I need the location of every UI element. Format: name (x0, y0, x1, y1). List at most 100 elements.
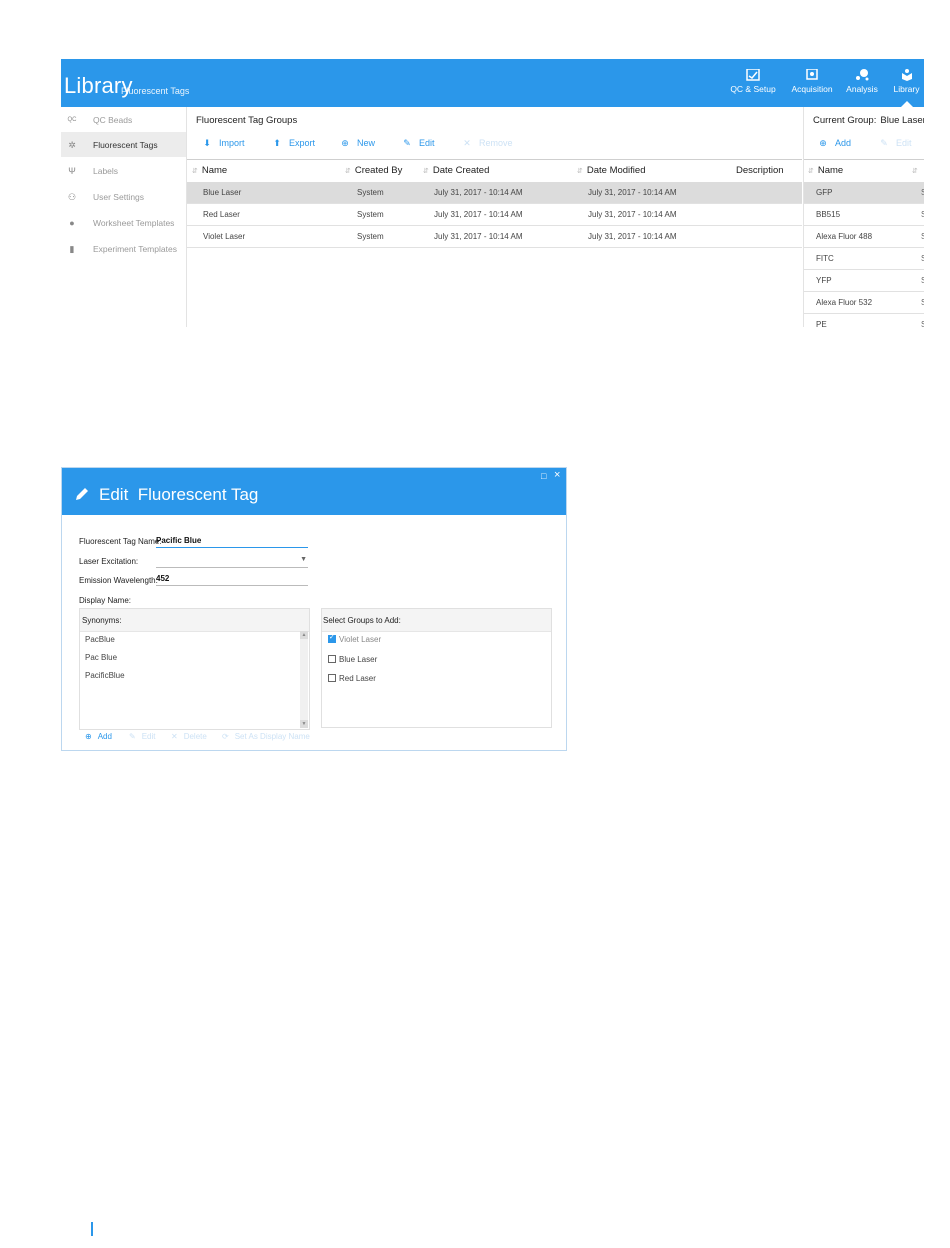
scrollbar[interactable]: ▲ ▼ (300, 631, 308, 728)
edit-tag-button[interactable]: ✎ Edit (878, 138, 912, 149)
panel-title: Fluorescent Tag Groups (196, 115, 298, 126)
cell-name: Blue Laser (203, 188, 242, 197)
cell-clipped: S (921, 210, 924, 219)
import-label: Import (219, 138, 245, 148)
synonyms-header: Synonyms: (80, 609, 309, 632)
column-header-label: Date Created (432, 165, 490, 176)
page-margin-marker (91, 1222, 93, 1236)
column-header-date-modified[interactable]: ⇵ Date Modified (577, 165, 646, 176)
qc-setup-icon (746, 69, 760, 81)
current-group-value: Blue Laser (880, 115, 924, 126)
import-button[interactable]: ⬇ Import (201, 138, 245, 149)
list-item[interactable]: PacBlue (85, 635, 115, 644)
column-header-created-by[interactable]: ⇵ Created By (345, 165, 402, 176)
sidebar-item-user-settings[interactable]: ⚇ User Settings (61, 184, 186, 209)
column-header-date-created[interactable]: ⇵ Date Created (423, 165, 489, 176)
emission-wavelength-label: Emission Wavelength: (79, 576, 158, 585)
scroll-up-icon[interactable]: ▲ (300, 631, 308, 639)
cell-name: Alexa Fluor 488 (816, 232, 873, 241)
export-button[interactable]: ⬆ Export (271, 138, 315, 149)
list-item[interactable]: Pac Blue (85, 653, 117, 662)
sidebar: QC QC Beads ✲ Fluorescent Tags Ψ Labels … (61, 107, 187, 327)
column-header-description[interactable]: Description (736, 165, 784, 176)
table-row[interactable]: Blue Laser System July 31, 2017 - 10:14 … (187, 182, 802, 204)
refresh-icon: ⟳ (222, 732, 229, 741)
table-row[interactable]: Red Laser System July 31, 2017 - 10:14 A… (187, 204, 802, 226)
nav-analysis[interactable]: Analysis (842, 67, 882, 107)
close-button[interactable]: × (554, 469, 560, 481)
new-button[interactable]: ⊕ New (339, 138, 375, 149)
experiment-templates-icon: ▮ (69, 244, 75, 254)
sort-icon: ⇵ (808, 168, 814, 175)
sidebar-item-fluorescent-tags[interactable]: ✲ Fluorescent Tags (61, 132, 186, 157)
column-header-label: Date Modified (586, 165, 646, 176)
add-tag-button[interactable]: ⊕ Add (817, 138, 851, 149)
synonyms-label: Synonyms: (82, 616, 122, 625)
emission-wavelength-input[interactable]: 452 (156, 574, 308, 586)
cell-name: BB515 (816, 210, 841, 219)
add-synonym-button[interactable]: ⊕ Add (85, 732, 112, 741)
delete-synonym-button[interactable]: ✕ Delete (171, 732, 207, 741)
column-header-label: Created By (354, 165, 403, 176)
sidebar-item-worksheet-templates[interactable]: ● Worksheet Templates (61, 210, 186, 235)
list-item[interactable]: PacificBlue (85, 671, 125, 680)
cell-name: Red Laser (203, 210, 240, 219)
group-checkbox-violet-laser[interactable]: Violet Laser (328, 633, 382, 644)
current-group-heading: Current Group: Blue Laser (813, 115, 924, 126)
table-row[interactable]: Violet Laser System July 31, 2017 - 10:1… (187, 226, 802, 248)
cell-clipped: S (921, 232, 924, 241)
nav-library-label: Library (893, 84, 920, 94)
checkbox-icon[interactable] (328, 655, 336, 663)
remove-button[interactable]: ✕ Remove (461, 138, 512, 149)
column-header-label: Name (817, 165, 844, 176)
laser-excitation-select[interactable]: ▼ (156, 556, 308, 568)
nav-library[interactable]: Library (889, 67, 924, 107)
cell-clipped: S (921, 320, 924, 327)
sidebar-item-label: Fluorescent Tags (93, 140, 158, 150)
table-row[interactable]: YFP S (804, 270, 924, 292)
set-display-name-button[interactable]: ⟳ Set As Display Name (222, 732, 310, 741)
column-header-name[interactable]: ⇵ Name (192, 165, 227, 176)
dialog-header: Edit Fluorescent Tag □ × (62, 468, 566, 515)
table-row[interactable]: Alexa Fluor 488 S (804, 226, 924, 248)
maximize-button[interactable]: □ (541, 471, 546, 481)
table-row[interactable]: GFP S (804, 182, 924, 204)
current-group-label: Current Group: (813, 115, 877, 126)
table-row[interactable]: Alexa Fluor 532 S (804, 292, 924, 314)
table-row[interactable]: PE S (804, 314, 924, 327)
cell-date-modified: July 31, 2017 - 10:14 AM (588, 232, 677, 241)
table-row[interactable]: BB515 S (804, 204, 924, 226)
nav-qc-setup[interactable]: QC & Setup (728, 67, 778, 107)
tag-name-input[interactable]: Pacific Blue (156, 536, 308, 548)
table-row[interactable]: FITC S (804, 248, 924, 270)
edit-label: Edit (896, 138, 912, 148)
cell-name: Alexa Fluor 532 (816, 298, 873, 307)
nav-qc-setup-label: QC & Setup (730, 84, 776, 94)
cell-created-by: System (357, 210, 384, 219)
cell-clipped: S (921, 188, 924, 197)
group-checkbox-red-laser[interactable]: Red Laser (328, 674, 376, 683)
qc-beads-icon: QC (67, 117, 77, 123)
delete-label: Delete (183, 732, 207, 741)
top-bar: Library Fluorescent Tags QC & Setup Acqu… (61, 59, 924, 107)
pencil-icon: ✎ (880, 138, 888, 148)
sidebar-item-label: QC Beads (93, 115, 133, 125)
edit-button[interactable]: ✎ Edit (401, 138, 434, 149)
group-checkbox-label: Violet Laser (339, 635, 382, 644)
sort-icon: ⇵ (912, 168, 918, 175)
dialog-title: Edit Fluorescent Tag (99, 485, 259, 504)
scroll-down-icon[interactable]: ▼ (300, 720, 308, 728)
column-header-clipped[interactable]: ⇵ (912, 165, 922, 176)
checkbox-icon[interactable] (328, 674, 336, 682)
sidebar-item-qc-beads[interactable]: QC QC Beads (61, 107, 186, 132)
column-header-name[interactable]: ⇵ Name (808, 165, 843, 176)
cell-created-by: System (357, 232, 384, 241)
nav-analysis-label: Analysis (846, 84, 878, 94)
checkbox-checked-icon[interactable] (328, 633, 336, 643)
sidebar-item-labels[interactable]: Ψ Labels (61, 158, 186, 183)
nav-acquisition[interactable]: Acquisition (788, 67, 836, 107)
labels-icon: Ψ (68, 166, 76, 176)
group-checkbox-blue-laser[interactable]: Blue Laser (328, 655, 377, 664)
sidebar-item-experiment-templates[interactable]: ▮ Experiment Templates (61, 236, 186, 261)
edit-synonym-button[interactable]: ✎ Edit (129, 732, 156, 741)
